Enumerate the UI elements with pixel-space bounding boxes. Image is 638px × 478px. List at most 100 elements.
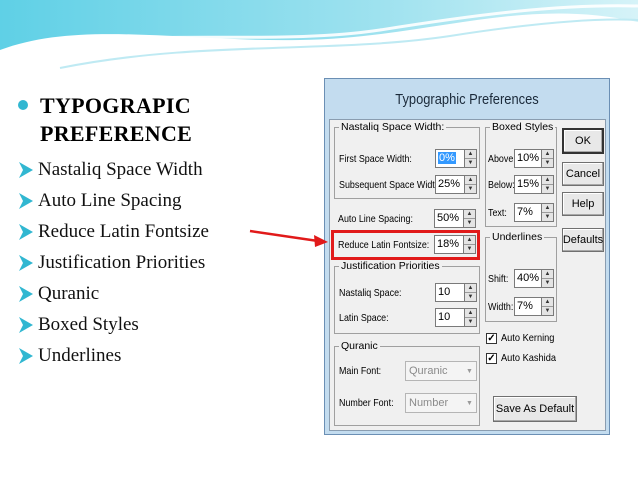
sub-bullet-label: Reduce Latin Fontsize [38, 220, 209, 242]
sub-bullet-label: Auto Line Spacing [38, 189, 182, 211]
width-stepper[interactable]: 7% ▲ ▼ [514, 297, 554, 316]
checkbox-check-icon[interactable]: ✓ [486, 352, 497, 364]
arrow-bullet-icon [19, 223, 33, 240]
first-space-width-value[interactable]: 0% [435, 149, 464, 168]
sub-bullet-item: Nastaliq Space Width [18, 154, 308, 185]
number-font-select[interactable]: Number ▼ [405, 393, 477, 413]
latin-space-value[interactable]: 10 [435, 308, 464, 327]
spin-up-icon[interactable]: ▲ [465, 284, 476, 293]
below-value[interactable]: 15% [514, 175, 541, 194]
sub-bullet-label: Boxed Styles [38, 313, 139, 335]
auto-line-spacing-stepper[interactable]: 50% ▲ ▼ [434, 209, 476, 228]
spin-down-icon[interactable]: ▼ [542, 307, 553, 315]
spin-up-icon[interactable]: ▲ [542, 204, 553, 213]
quranic-group: Quranic Main Font: Quranic ▼ Number Font… [334, 340, 480, 426]
main-font-select[interactable]: Quranic ▼ [405, 361, 477, 381]
arrow-bullet-icon [19, 285, 33, 302]
reduce-latin-highlight-box [331, 230, 480, 260]
justification-priorities-label: Justification Priorities [339, 260, 442, 272]
slide-heading-line1: TYPOGRAPIC [40, 93, 191, 118]
arrow-bullet-icon [19, 316, 33, 333]
auto-line-spacing-value[interactable]: 50% [434, 209, 463, 228]
nastaliq-space-label: Nastaliq Space: [339, 287, 402, 299]
nastaliq-space-value[interactable]: 10 [435, 283, 464, 302]
text-stepper[interactable]: 7% ▲ ▼ [514, 203, 554, 222]
subsequent-space-width-value[interactable]: 25% [435, 175, 464, 194]
auto-kerning-checkbox[interactable]: ✓ Auto Kerning [486, 332, 562, 344]
above-stepper[interactable]: 10% ▲ ▼ [514, 149, 554, 168]
spin-up-icon[interactable]: ▲ [465, 176, 476, 185]
spin-down-icon[interactable]: ▼ [465, 185, 476, 193]
text-value[interactable]: 7% [514, 203, 541, 222]
sub-bullet-item: Boxed Styles [18, 309, 308, 340]
main-font-value[interactable]: Quranic [406, 362, 463, 380]
dialog-title: Typographic Preferences [395, 90, 539, 108]
number-font-value[interactable]: Number [406, 394, 463, 412]
slide-heading: TYPOGRAPIC PREFERENCE [40, 92, 192, 148]
slide-heading-line2: PREFERENCE [40, 121, 193, 146]
width-value[interactable]: 7% [514, 297, 541, 316]
spin-up-icon[interactable]: ▲ [464, 210, 475, 219]
ok-button[interactable]: OK [562, 128, 604, 154]
sub-bullet-label: Justification Priorities [38, 251, 206, 273]
spin-down-icon[interactable]: ▼ [465, 293, 476, 301]
checkbox-check-icon[interactable]: ✓ [486, 332, 497, 344]
spin-down-icon[interactable]: ▼ [542, 279, 553, 287]
latin-space-stepper[interactable]: 10 ▲ ▼ [435, 308, 477, 327]
text-label: Text: [488, 207, 507, 219]
arrow-bullet-icon [19, 192, 33, 209]
dialog-body: Nastaliq Space Width: First Space Width:… [329, 119, 606, 431]
sub-bullet-label: Nastaliq Space Width [38, 158, 203, 180]
boxed-styles-label: Boxed Styles [490, 121, 556, 133]
sub-bullet-item: Quranic [18, 278, 308, 309]
below-stepper[interactable]: 15% ▲ ▼ [514, 175, 554, 194]
save-as-default-button[interactable]: Save As Default [493, 396, 577, 422]
quranic-label: Quranic [339, 340, 380, 352]
nastaliq-space-stepper[interactable]: 10 ▲ ▼ [435, 283, 477, 302]
arrow-bullet-icon [19, 347, 33, 364]
main-font-label: Main Font: [339, 365, 382, 377]
sub-bullet-label: Quranic [38, 282, 100, 304]
spin-up-icon[interactable]: ▲ [465, 309, 476, 318]
subsequent-space-width-label: Subsequent Space Width: [339, 179, 443, 191]
nastaliq-space-width-label: Nastaliq Space Width: [339, 121, 447, 133]
spin-down-icon[interactable]: ▼ [465, 318, 476, 326]
spin-up-icon[interactable]: ▲ [542, 176, 553, 185]
spin-down-icon[interactable]: ▼ [542, 213, 553, 221]
shift-label: Shift: [488, 273, 509, 285]
auto-line-spacing-label: Auto Line Spacing: [338, 213, 413, 225]
shift-value[interactable]: 40% [514, 269, 541, 288]
shift-stepper[interactable]: 40% ▲ ▼ [514, 269, 554, 288]
sub-bullet-item: Reduce Latin Fontsize [18, 216, 308, 247]
above-value[interactable]: 10% [514, 149, 541, 168]
spin-down-icon[interactable]: ▼ [542, 159, 553, 167]
defaults-button[interactable]: Defaults [562, 228, 604, 252]
first-space-width-stepper[interactable]: 0% ▲ ▼ [435, 149, 477, 168]
first-space-width-label: First Space Width: [339, 153, 412, 165]
dropdown-arrow-icon[interactable]: ▼ [463, 394, 476, 412]
subsequent-space-width-stepper[interactable]: 25% ▲ ▼ [435, 175, 477, 194]
sub-bullet-item: Underlines [18, 340, 308, 371]
spin-up-icon[interactable]: ▲ [542, 150, 553, 159]
spin-down-icon[interactable]: ▼ [464, 219, 475, 227]
spin-up-icon[interactable]: ▲ [542, 298, 553, 307]
underlines-group: Underlines Shift: 40% ▲ ▼ Width: 7% ▲ ▼ [485, 231, 557, 322]
typographic-preferences-dialog: Typographic Preferences Nastaliq Space W… [324, 78, 610, 435]
spin-down-icon[interactable]: ▼ [465, 159, 476, 167]
nastaliq-space-width-group: Nastaliq Space Width: First Space Width:… [334, 121, 480, 199]
below-label: Below: [488, 179, 515, 191]
help-button[interactable]: Help [562, 192, 604, 216]
auto-kashida-checkbox[interactable]: ✓ Auto Kashida [486, 352, 563, 364]
sub-bullet-item: Justification Priorities [18, 247, 308, 278]
spin-up-icon[interactable]: ▲ [465, 150, 476, 159]
main-bullet: TYPOGRAPIC PREFERENCE [18, 92, 308, 148]
dropdown-arrow-icon[interactable]: ▼ [463, 362, 476, 380]
spin-down-icon[interactable]: ▼ [542, 185, 553, 193]
cancel-button[interactable]: Cancel [562, 162, 604, 186]
header-wave-decoration [0, 0, 638, 69]
spin-up-icon[interactable]: ▲ [542, 270, 553, 279]
arrow-bullet-icon [19, 161, 33, 178]
auto-kerning-label: Auto Kerning [501, 332, 555, 344]
bullet-dot-icon [18, 100, 28, 110]
underlines-label: Underlines [490, 231, 545, 243]
